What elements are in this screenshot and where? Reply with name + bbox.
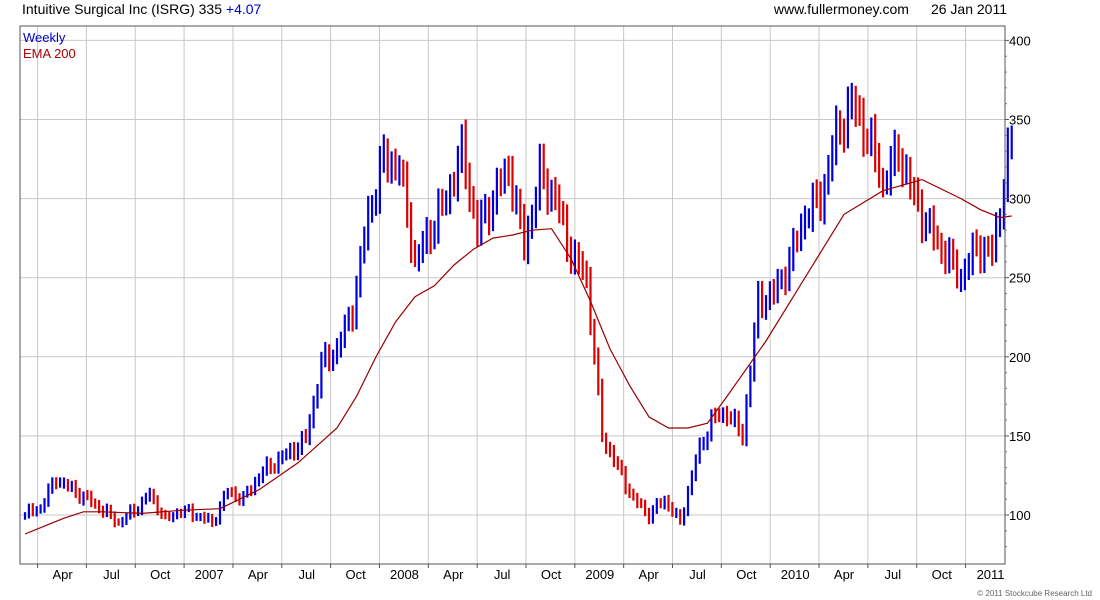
x-tick-label: Jul (103, 567, 120, 582)
copyright-notice: © 2011 Stockcube Research Ltd (977, 589, 1092, 598)
price-bars (23, 82, 1013, 528)
x-tick-label: Jul (885, 567, 902, 582)
legend-ema-200: EMA 200 (23, 46, 76, 61)
x-tick-label: Oct (150, 567, 171, 582)
y-tick-label: 250 (1009, 271, 1031, 286)
x-tick-label: Apr (834, 567, 855, 582)
x-tick-label: Apr (248, 567, 269, 582)
y-tick-label: 300 (1009, 192, 1031, 207)
grid (20, 26, 1005, 564)
x-tick-label: 2009 (585, 567, 614, 582)
x-tick-label: Jul (494, 567, 511, 582)
y-tick-label: 350 (1009, 113, 1031, 128)
x-tick-label: Apr (443, 567, 464, 582)
x-tick-label: Oct (541, 567, 562, 582)
x-tick-label: Jul (298, 567, 315, 582)
x-tick-label: Apr (52, 567, 73, 582)
x-tick-label: 2008 (390, 567, 419, 582)
x-tick-label: 2011 (977, 567, 1005, 582)
y-axis: 100 150 200 250 300 350 400 (1005, 33, 1031, 548)
legend: Weekly EMA 200 (23, 30, 76, 61)
y-tick-label: 200 (1009, 350, 1031, 365)
x-tick-label: Apr (639, 567, 660, 582)
x-tick-label: 2010 (781, 567, 810, 582)
x-axis: Apr Jul Oct 2007 Apr Jul Oct 2008 Apr Jul Oct 2009 A… (37, 564, 1005, 582)
y-tick-label: 150 (1009, 429, 1031, 444)
x-tick-label: 2007 (195, 567, 224, 582)
price-chart: 100 150 200 250 300 350 400 Apr Jul Oct 2007 Apr Ju… (19, 25, 1031, 582)
x-tick-label: Oct (736, 567, 757, 582)
plot-frame (19, 25, 1006, 565)
x-tick-label: Jul (689, 567, 706, 582)
x-tick-label: Oct (932, 567, 953, 582)
y-tick-label: 400 (1009, 33, 1031, 48)
x-tick-label: Oct (345, 567, 366, 582)
y-tick-label: 100 (1009, 508, 1031, 523)
legend-weekly: Weekly (23, 30, 66, 45)
